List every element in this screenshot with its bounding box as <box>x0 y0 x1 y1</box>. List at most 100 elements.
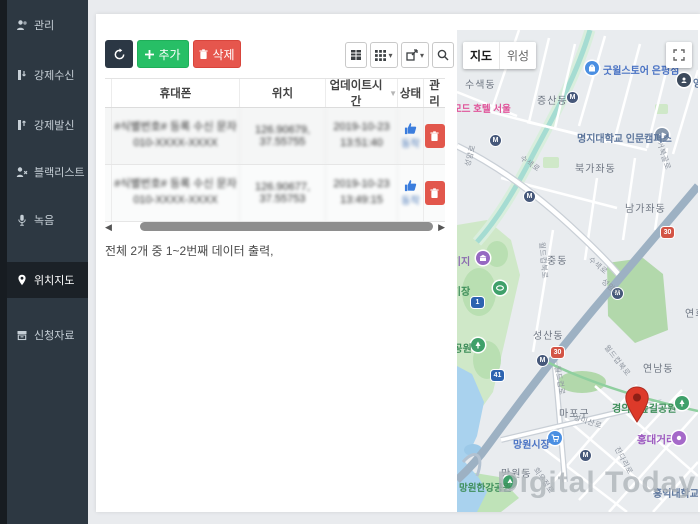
subway-station-icon: M <box>537 355 548 366</box>
map-type-satellite-button[interactable]: 위성 <box>500 42 536 69</box>
subway-station-icon: M <box>567 92 578 103</box>
data-table: 휴대폰 위치 업데이트시간 ▼ 상태 관리 #식별번호# 등록 수신 문자 010-… <box>105 78 445 222</box>
search-icon <box>437 49 449 61</box>
route-shield: 1 <box>471 297 484 308</box>
map-panel[interactable]: M M M M M M 41 1 30 30 수색동 증산동 북가좌동 남가좌동… <box>457 30 698 512</box>
refresh-icon <box>114 47 124 59</box>
sidebar-item-label: 관리 <box>34 20 55 32</box>
sidebar: 관리 강제수신 강제발신 블랙리스트 녹음 위치지도 신청자료 <box>0 0 88 524</box>
sidebar-item-forced-send[interactable]: 강제발신 <box>7 107 88 143</box>
scrollbar-thumb[interactable] <box>140 222 433 231</box>
scroll-left-icon[interactable]: ◀ <box>105 222 112 233</box>
trash-icon <box>199 48 209 59</box>
row-spacer <box>105 165 112 221</box>
store-poi-icon <box>585 61 599 75</box>
updated-cell: 2019-10-23 13:51:40 <box>326 108 398 164</box>
table-header-location[interactable]: 위치 <box>240 79 326 107</box>
phone-cell: #식별번호# 등록 수신 문자 010-XXXX-XXXX <box>112 108 240 164</box>
market-poi-icon <box>548 431 562 445</box>
columns-dropdown-button[interactable]: ▾ <box>370 42 398 68</box>
sidebar-item-label: 강제수신 <box>34 70 75 82</box>
archive-icon <box>17 331 27 341</box>
horizontal-scrollbar[interactable]: ◀ ▶ <box>105 221 445 233</box>
hongdae-poi-icon <box>672 431 686 445</box>
table-header-status[interactable]: 상태 <box>398 79 424 107</box>
scroll-right-icon[interactable]: ▶ <box>438 222 445 233</box>
grid-icon <box>375 49 387 61</box>
subway-station-icon: M <box>524 191 535 202</box>
location-cell: 126.90677, 37.55753 <box>240 165 326 221</box>
updated-cell: 2019-10-23 13:49:15 <box>326 165 398 221</box>
table-summary: 전체 2개 중 1~2번째 데이터 출력, <box>105 244 274 258</box>
map-type-map-button[interactable]: 지도 <box>463 42 500 69</box>
park-poi-icon <box>471 338 485 352</box>
sidebar-item-location-map[interactable]: 위치지도 <box>7 262 88 298</box>
map-type-control: 지도 위성 <box>463 42 536 69</box>
phone-incoming-icon <box>18 70 26 80</box>
thumbs-up-icon <box>404 123 417 135</box>
export-dropdown-button[interactable]: ▾ <box>401 42 429 68</box>
sort-caret-icon: ▼ <box>389 88 397 98</box>
plus-icon <box>145 49 155 59</box>
subway-station-icon: M <box>612 288 623 299</box>
location-pin-icon[interactable] <box>624 386 650 424</box>
sidebar-item-label: 블랙리스트 <box>34 167 85 179</box>
stadium-poi-icon <box>493 281 507 295</box>
route-shield: 41 <box>491 370 504 381</box>
status-cell[interactable]: 동작 <box>398 108 424 164</box>
manage-cell <box>424 108 445 164</box>
museum-poi-icon <box>476 251 490 265</box>
row-delete-button[interactable] <box>424 124 445 148</box>
university-poi-icon <box>655 128 669 142</box>
chevron-down-icon: ▾ <box>419 50 424 60</box>
status-cell[interactable]: 동작 <box>398 165 424 221</box>
table-header-updated[interactable]: 업데이트시간 ▼ <box>326 79 398 107</box>
fullscreen-button[interactable] <box>666 42 692 68</box>
phone-cell: #식별번호# 등록 수신 문자 010-XXXX-XXXX <box>112 165 240 221</box>
sidebar-item-recording[interactable]: 녹음 <box>7 202 88 238</box>
row-delete-button[interactable] <box>424 181 445 205</box>
table-header-row: 휴대폰 위치 업데이트시간 ▼ 상태 관리 <box>105 78 445 108</box>
table-row[interactable]: #식별번호# 등록 수신 문자 010-XXXX-XXXX 126.90679, … <box>105 108 445 165</box>
user-x-icon <box>16 167 28 177</box>
sidebar-edge <box>0 0 7 524</box>
watermark: Digital Today <box>497 466 697 499</box>
park-poi-icon <box>675 396 689 410</box>
sidebar-item-label: 신청자료 <box>34 330 75 342</box>
map-marker-icon <box>18 274 26 286</box>
table-icon <box>351 50 361 60</box>
sidebar-item-forced-receive[interactable]: 강제수신 <box>7 57 88 93</box>
location-cell: 126.90679, 37.55755 <box>240 108 326 164</box>
search-button[interactable] <box>432 42 454 68</box>
sidebar-item-application-data[interactable]: 신청자료 <box>7 317 88 353</box>
map-base-layer <box>457 30 698 512</box>
sidebar-item-label: 강제발신 <box>34 120 75 132</box>
chevron-down-icon: ▾ <box>388 50 393 60</box>
phone-outgoing-icon <box>18 120 26 130</box>
users-icon <box>17 20 27 30</box>
fullscreen-icon <box>673 49 685 61</box>
market-poi-icon <box>677 73 691 87</box>
sidebar-item-label: 녹음 <box>34 215 55 227</box>
table-header-manage[interactable]: 관리 <box>424 79 445 107</box>
table-view-button[interactable] <box>345 42 367 68</box>
manage-cell <box>424 165 445 221</box>
table-row[interactable]: #식별번호# 등록 수신 문자 010-XXXX-XXXX 126.90677, … <box>105 165 445 222</box>
refresh-button[interactable] <box>105 40 133 68</box>
add-button[interactable]: 추가 <box>137 40 189 68</box>
delete-button[interactable]: 삭제 <box>193 40 241 68</box>
sidebar-item-blacklist[interactable]: 블랙리스트 <box>7 154 88 190</box>
thumbs-up-icon <box>404 180 417 192</box>
sidebar-item-label: 위치지도 <box>34 275 75 287</box>
microphone-icon <box>18 214 26 226</box>
content-panel: 추가 삭제 ▾ ▾ 휴대폰 위치 업데이트시간 ▼ 상태 관리 #식별번호# 등록… <box>96 14 700 512</box>
table-header-phone[interactable]: 휴대폰 <box>112 79 240 107</box>
route-shield: 30 <box>551 347 564 358</box>
row-spacer <box>105 108 112 164</box>
trash-icon <box>430 130 439 141</box>
subway-station-icon: M <box>490 135 501 146</box>
subway-station-icon: M <box>580 450 591 461</box>
add-button-label: 추가 <box>158 47 181 62</box>
sidebar-item-management[interactable]: 관리 <box>7 7 88 43</box>
trash-icon <box>430 187 439 198</box>
